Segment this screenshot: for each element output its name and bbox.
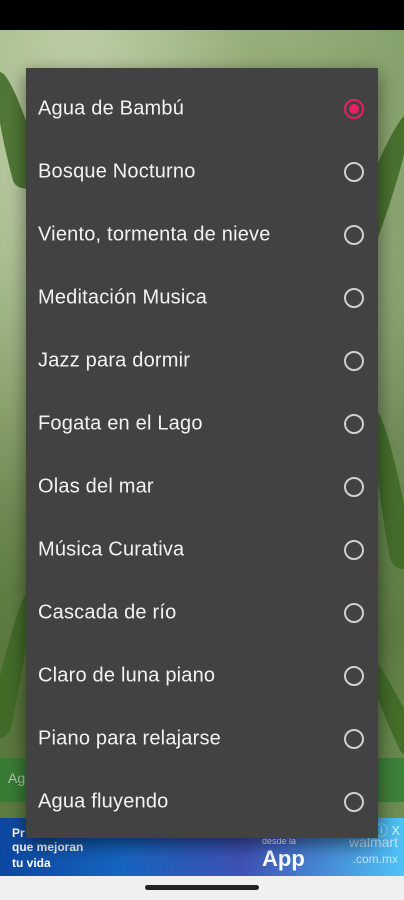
- radio-button[interactable]: [344, 287, 364, 308]
- sound-option[interactable]: Viento, tormenta de nieve: [26, 203, 378, 266]
- sound-option[interactable]: Fogata en el Lago: [26, 392, 378, 455]
- sound-option[interactable]: Bosque Nocturno: [26, 140, 378, 203]
- status-bar: [0, 0, 404, 30]
- home-gesture-handle[interactable]: [145, 885, 259, 890]
- radio-button[interactable]: [344, 224, 364, 245]
- system-navigation-bar: [0, 876, 404, 900]
- radio-button[interactable]: [344, 728, 364, 749]
- background-bottom-bar-text: Ag: [8, 770, 26, 786]
- sound-option-label: Cascada de río: [38, 601, 177, 623]
- sound-option[interactable]: Agua fluyendo: [26, 770, 378, 833]
- radio-button[interactable]: [344, 350, 364, 371]
- radio-button-checked[interactable]: [344, 98, 364, 119]
- radio-button[interactable]: [344, 413, 364, 434]
- sound-option[interactable]: Música Curativa: [26, 518, 378, 581]
- radio-button[interactable]: [344, 476, 364, 497]
- ad-app-label: App: [262, 846, 305, 871]
- sound-option[interactable]: Jazz para dormir: [26, 329, 378, 392]
- sound-option[interactable]: Piano para relajarse: [26, 707, 378, 770]
- ad-line-2: que mejoran: [12, 840, 84, 854]
- sound-selection-dialog: Agua de Bambú Bosque Nocturno Viento, torm…: [26, 68, 378, 838]
- ad-brand-domain: .com.mx: [352, 852, 398, 866]
- radio-button[interactable]: [344, 665, 364, 686]
- sound-option[interactable]: Olas del mar: [26, 455, 378, 518]
- sound-option-label: Bosque Nocturno: [38, 160, 196, 182]
- sound-option-label: Piano para relajarse: [38, 727, 221, 749]
- radio-button[interactable]: [344, 161, 364, 182]
- radio-button[interactable]: [344, 791, 364, 812]
- sound-option[interactable]: Claro de luna piano: [26, 644, 378, 707]
- sound-option-label: Música Curativa: [38, 538, 185, 560]
- ad-close-icon[interactable]: ⓘ X: [375, 820, 400, 839]
- sound-option-label: Jazz para dormir: [38, 349, 191, 371]
- sound-option-label: Claro de luna piano: [38, 664, 216, 686]
- sound-option[interactable]: Agua de Bambú: [26, 77, 378, 140]
- radio-button[interactable]: [344, 602, 364, 623]
- sound-option-label: Fogata en el Lago: [38, 412, 203, 434]
- ad-line-3: tu vida: [12, 856, 51, 870]
- ad-line-1: Pr: [12, 826, 25, 840]
- sound-option[interactable]: Meditación Musica: [26, 266, 378, 329]
- sound-option-label: Meditación Musica: [38, 286, 208, 308]
- sound-option-label: Olas del mar: [38, 475, 154, 497]
- radio-button[interactable]: [344, 539, 364, 560]
- sound-option[interactable]: Cascada de río: [26, 581, 378, 644]
- sound-option-label: Agua de Bambú: [38, 97, 185, 119]
- sound-option-label: Agua fluyendo: [38, 790, 169, 812]
- sound-option-label: Viento, tormenta de nieve: [38, 223, 271, 245]
